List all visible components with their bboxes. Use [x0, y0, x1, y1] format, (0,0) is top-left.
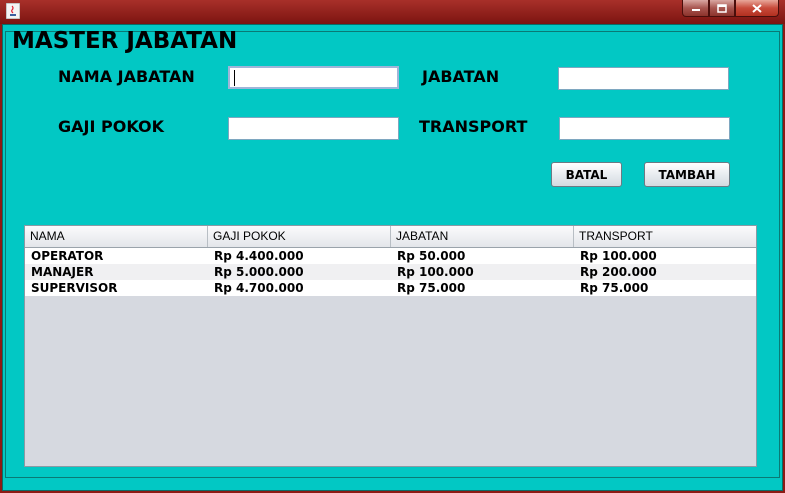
table-row[interactable]: MANAJER Rp 5.000.000 Rp 100.000 Rp 200.0…: [25, 264, 756, 280]
close-button[interactable]: [735, 0, 779, 17]
batal-button[interactable]: BATAL: [551, 162, 622, 187]
table-row[interactable]: OPERATOR Rp 4.400.000 Rp 50.000 Rp 100.0…: [25, 248, 756, 264]
cell-transport: Rp 200.000: [580, 265, 657, 279]
column-header-transport[interactable]: TRANSPORT: [574, 226, 756, 247]
text-caret: [234, 70, 235, 86]
table-body: OPERATOR Rp 4.400.000 Rp 50.000 Rp 100.0…: [25, 248, 756, 296]
tambah-button[interactable]: TAMBAH: [644, 162, 730, 187]
gaji-pokok-input[interactable]: [228, 117, 399, 140]
java-coffee-icon: [6, 3, 20, 19]
cell-nama: OPERATOR: [31, 249, 104, 263]
cell-jabatan: Rp 75.000: [397, 281, 466, 295]
cell-nama: SUPERVISOR: [31, 281, 118, 295]
cell-nama: MANAJER: [31, 265, 94, 279]
nama-jabatan-input[interactable]: [228, 66, 399, 89]
maximize-icon: [717, 3, 727, 13]
table-row[interactable]: SUPERVISOR Rp 4.700.000 Rp 75.000 Rp 75.…: [25, 280, 756, 296]
transport-input[interactable]: [559, 117, 730, 140]
window-titlebar[interactable]: [0, 0, 785, 24]
jabatan-input[interactable]: [558, 67, 729, 90]
nama-jabatan-label: NAMA JABATAN: [58, 67, 195, 86]
column-header-nama[interactable]: NAMA: [25, 226, 208, 247]
minimize-icon: [691, 9, 700, 11]
cell-jabatan: Rp 50.000: [397, 249, 466, 263]
jabatan-label: JABATAN: [422, 67, 500, 86]
gaji-pokok-label: GAJI POKOK: [58, 117, 164, 136]
column-header-jabatan[interactable]: JABATAN: [391, 226, 574, 247]
close-icon: [752, 3, 762, 13]
cell-gaji-pokok: Rp 4.700.000: [214, 281, 304, 295]
cell-jabatan: Rp 100.000: [397, 265, 474, 279]
cell-gaji-pokok: Rp 5.000.000: [214, 265, 304, 279]
jabatan-table[interactable]: NAMA GAJI POKOK JABATAN TRANSPORT OPERAT…: [24, 225, 757, 467]
cell-transport: Rp 75.000: [580, 281, 649, 295]
column-header-gaji-pokok[interactable]: GAJI POKOK: [208, 226, 391, 247]
cell-transport: Rp 100.000: [580, 249, 657, 263]
maximize-button[interactable]: [709, 0, 735, 17]
page-title: MASTER JABATAN: [12, 28, 238, 54]
table-header: NAMA GAJI POKOK JABATAN TRANSPORT: [25, 226, 756, 248]
cell-gaji-pokok: Rp 4.400.000: [214, 249, 304, 263]
transport-label: TRANSPORT: [419, 117, 528, 136]
minimize-button[interactable]: [682, 0, 709, 17]
